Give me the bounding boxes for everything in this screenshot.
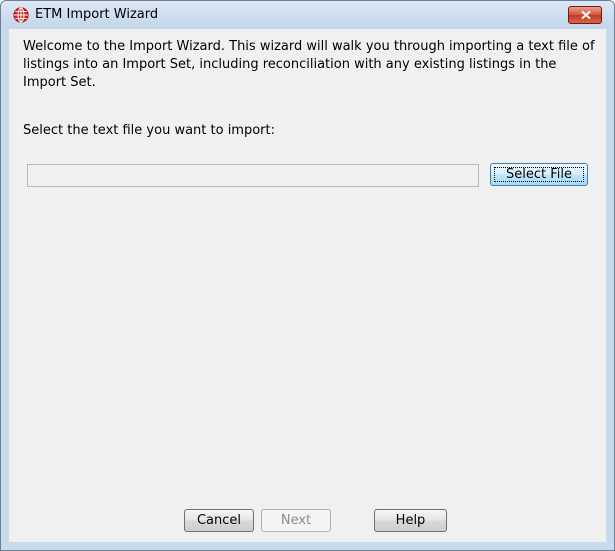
- dialog-body: Welcome to the Import Wizard. This wizar…: [9, 29, 606, 542]
- select-file-button[interactable]: Select File: [490, 163, 588, 186]
- select-file-label: Select the text file you want to import:: [23, 123, 275, 138]
- cancel-button[interactable]: Cancel: [184, 509, 254, 532]
- help-button[interactable]: Help: [374, 509, 447, 532]
- focus-indicator: [494, 167, 584, 182]
- next-button[interactable]: Next: [261, 509, 331, 532]
- window-title: ETM Import Wizard: [35, 7, 159, 22]
- close-button[interactable]: [568, 6, 602, 24]
- import-wizard-window: ETM Import Wizard Welcome to the Import …: [0, 0, 615, 551]
- title-bar[interactable]: ETM Import Wizard: [1, 1, 614, 29]
- intro-text: Welcome to the Import Wizard. This wizar…: [23, 39, 595, 90]
- etm-globe-icon: [13, 7, 29, 23]
- file-path-input[interactable]: [27, 164, 479, 187]
- close-icon: [581, 10, 591, 20]
